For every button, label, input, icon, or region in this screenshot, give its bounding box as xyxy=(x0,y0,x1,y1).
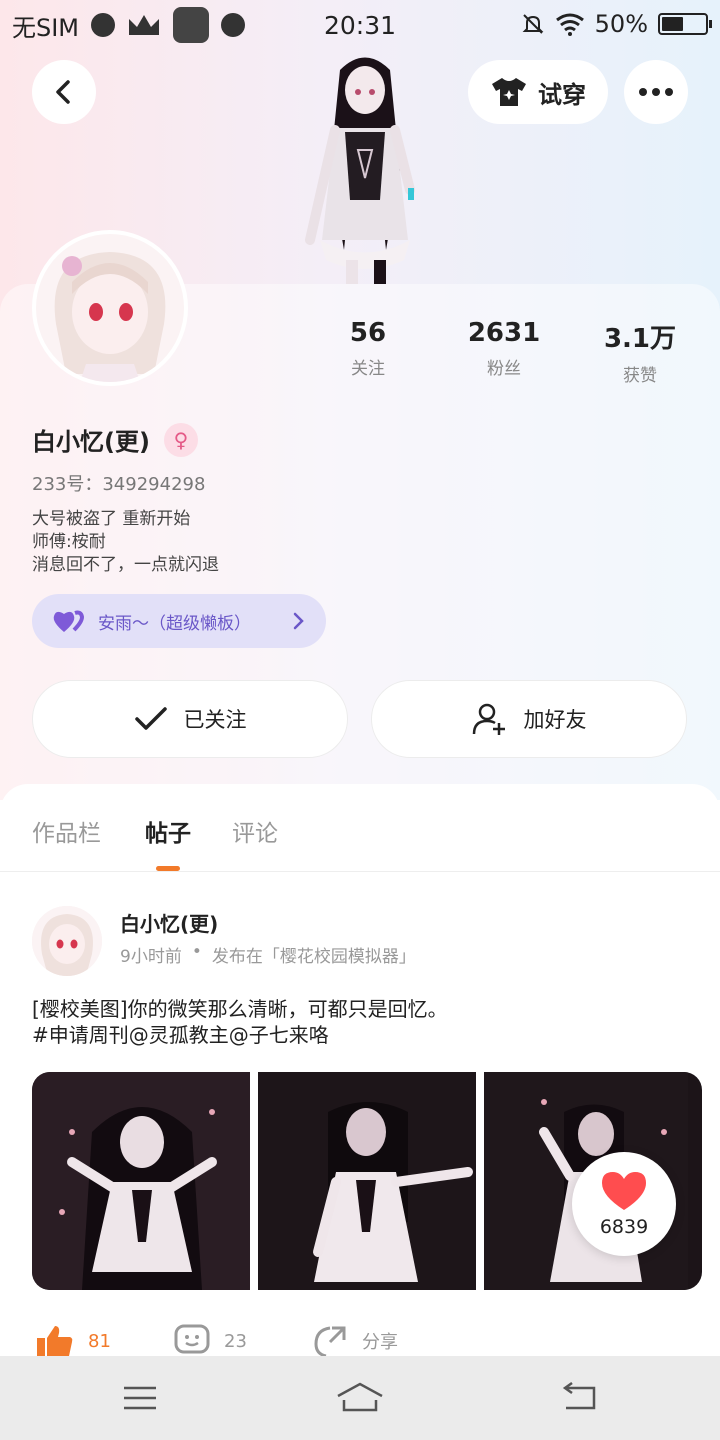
post-meta: 9小时前 • 发布在「樱花校园模拟器」 xyxy=(120,942,416,967)
stat-followers[interactable]: 2631 粉丝 xyxy=(436,318,572,386)
check-icon xyxy=(134,707,167,730)
profile-bio: 大号被盗了 重新开始 师傅:桉耐 消息回不了，一点就闪退 xyxy=(32,508,219,577)
master-name: 安雨～（超级懒板） xyxy=(98,613,251,634)
stat-label: 获赞 xyxy=(623,366,657,386)
post-image-1[interactable] xyxy=(32,1072,250,1290)
stat-value: 56 xyxy=(349,318,387,348)
stat-value: 2631 xyxy=(467,318,541,348)
stat-value: 3.1万 xyxy=(603,324,677,354)
tab-works[interactable]: 作品栏 xyxy=(32,814,101,848)
bio-line: 消息回不了，一点就闪退 xyxy=(32,555,219,575)
mute-bell-icon xyxy=(522,14,544,34)
bio-line: 师傅:桉耐 xyxy=(32,532,106,552)
bio-line: 大号被盗了 重新开始 xyxy=(32,509,191,529)
share-button[interactable]: 分享 xyxy=(312,1324,398,1358)
heart-icon xyxy=(602,1172,646,1210)
back-nav-icon[interactable] xyxy=(560,1382,598,1412)
post-text-line: [樱校美图]你的微笑那么清晰，可都只是回忆。 xyxy=(32,997,448,1021)
stat-following[interactable]: 56 关注 xyxy=(300,318,436,386)
tshirt-icon xyxy=(492,78,526,106)
battery-percent: 50% xyxy=(594,10,648,38)
like-float-count: 6839 xyxy=(599,1216,649,1238)
tab-posts[interactable]: 帖子 xyxy=(145,814,191,848)
post-author-name[interactable]: 白小忆(更) xyxy=(120,908,218,937)
battery-level-fill xyxy=(662,17,683,31)
double-heart-icon xyxy=(53,610,84,632)
comment-icon xyxy=(174,1324,210,1354)
add-friend-label: 加好友 xyxy=(523,708,587,732)
more-dots-icon xyxy=(639,88,673,96)
post-photo xyxy=(258,1072,476,1290)
profile-name-row: 白小忆(更) ♀ xyxy=(32,422,198,457)
profile-tabs: 作品栏 帖子 评论 xyxy=(0,784,720,872)
profile-name: 白小忆(更) xyxy=(32,428,150,456)
like-float-button[interactable]: 6839 xyxy=(572,1152,676,1256)
share-label: 分享 xyxy=(362,1332,398,1353)
meta-separator: • xyxy=(191,942,202,962)
chevron-right-icon xyxy=(293,612,304,630)
comment-count: 23 xyxy=(224,1330,247,1352)
tab-comments[interactable]: 评论 xyxy=(232,814,278,848)
active-tab-indicator xyxy=(156,866,180,871)
wifi-icon xyxy=(555,13,584,36)
post-text-line: #申请周刊@灵孤教主@子七来咯 xyxy=(32,1023,329,1047)
back-button[interactable] xyxy=(32,60,96,124)
stat-label: 关注 xyxy=(351,359,385,379)
add-friend-button[interactable]: 加好友 xyxy=(371,680,687,758)
post-photo xyxy=(32,1072,250,1290)
try-on-button[interactable]: 试穿 xyxy=(468,60,608,124)
post-image-2[interactable] xyxy=(258,1072,476,1290)
post-avatar-illustration xyxy=(32,906,102,976)
like-count: 81 xyxy=(88,1330,111,1352)
post-author-avatar[interactable] xyxy=(32,906,102,976)
avatar-illustration xyxy=(36,234,184,382)
home-icon[interactable] xyxy=(336,1382,384,1412)
profile-stats: 56 关注 2631 粉丝 3.1万 获赞 xyxy=(300,318,720,386)
character-avatar-image xyxy=(305,57,415,284)
battery-icon xyxy=(658,13,712,35)
try-on-label: 试穿 xyxy=(538,80,586,109)
system-navigation-bar xyxy=(0,1356,720,1440)
followed-button[interactable]: 已关注 xyxy=(32,680,348,758)
status-bar: 无SIM 20:31 50% xyxy=(0,0,720,50)
more-options-button[interactable] xyxy=(624,60,688,124)
followed-label: 已关注 xyxy=(183,708,247,732)
comment-button[interactable]: 23 xyxy=(174,1324,247,1358)
add-user-icon xyxy=(472,703,505,735)
master-relation-chip[interactable]: 安雨～（超级懒板） xyxy=(32,594,326,648)
like-button[interactable]: 81 xyxy=(36,1324,111,1358)
thumbs-up-icon xyxy=(37,1326,73,1358)
post-content[interactable]: [樱校美图]你的微笑那么清晰，可都只是回忆。 #申请周刊@灵孤教主@子七来咯 xyxy=(32,996,692,1048)
share-icon xyxy=(314,1326,346,1358)
profile-avatar[interactable] xyxy=(32,230,188,386)
stat-label: 粉丝 xyxy=(487,359,521,379)
female-gender-icon: ♀ xyxy=(163,422,198,457)
user-id: 233号：349294298 xyxy=(32,474,206,495)
menu-icon[interactable] xyxy=(122,1384,158,1412)
stat-likes[interactable]: 3.1万 获赞 xyxy=(572,318,708,386)
chevron-left-icon xyxy=(56,80,70,104)
post-time: 9小时前 xyxy=(120,947,182,967)
post-source[interactable]: 发布在「樱花校园模拟器」 xyxy=(212,942,416,967)
